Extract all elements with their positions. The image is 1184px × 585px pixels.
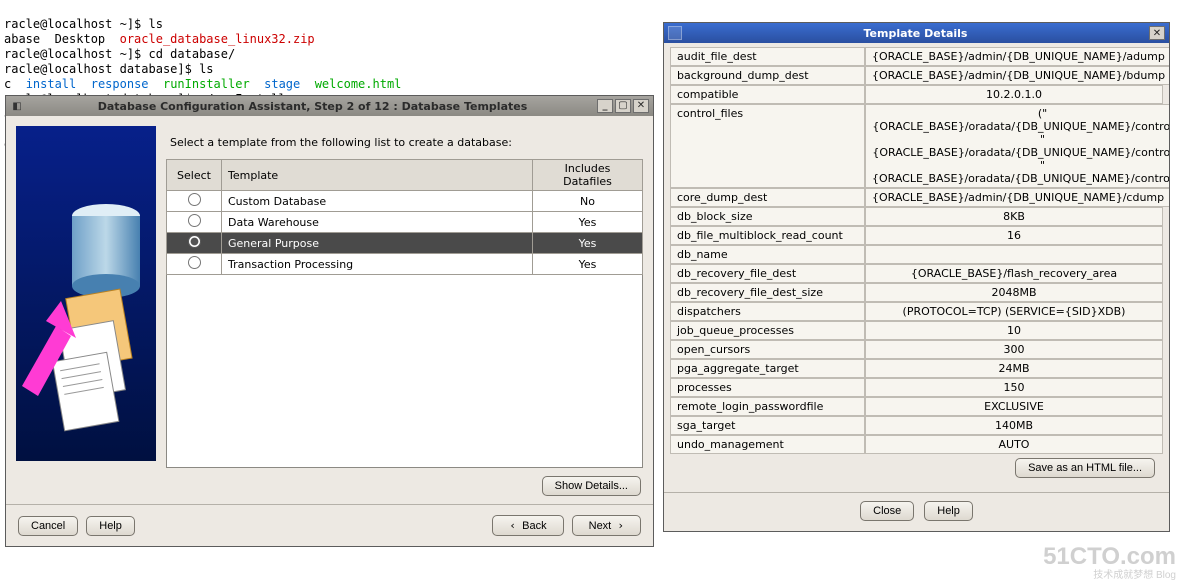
minimize-button[interactable]: _ xyxy=(597,99,613,113)
template-name: Transaction Processing xyxy=(222,254,533,275)
param-row: compatible10.2.0.1.0 xyxy=(670,85,1163,104)
template-table: Select Template Includes Datafiles Custo… xyxy=(166,159,643,275)
param-value: 140MB xyxy=(865,416,1163,435)
param-row: db_block_size8KB xyxy=(670,207,1163,226)
param-row: open_cursors300 xyxy=(670,340,1163,359)
save-as-html-button[interactable]: Save as an HTML file... xyxy=(1015,458,1155,478)
cancel-button[interactable]: Cancel xyxy=(18,516,78,536)
param-name: undo_management xyxy=(670,435,865,454)
show-details-button[interactable]: Show Details... xyxy=(542,476,641,496)
template-row[interactable]: Transaction ProcessingYes xyxy=(167,254,643,275)
param-name: pga_aggregate_target xyxy=(670,359,865,378)
param-row: sga_target140MB xyxy=(670,416,1163,435)
param-name: core_dump_dest xyxy=(670,188,865,207)
param-name: db_recovery_file_dest xyxy=(670,264,865,283)
details-titlebar[interactable]: Template Details ✕ xyxy=(664,23,1169,43)
param-name: db_name xyxy=(670,245,865,264)
col-datafiles: Includes Datafiles xyxy=(533,160,643,191)
dbca-instruction: Select a template from the following lis… xyxy=(166,126,643,159)
param-value: {ORACLE_BASE}/flash_recovery_area xyxy=(865,264,1163,283)
back-button[interactable]: ‹ Back xyxy=(492,515,563,536)
param-value: 10 xyxy=(865,321,1163,340)
next-button[interactable]: Next › xyxy=(572,515,641,536)
watermark: 51CTO.com 技术成就梦想 Blog xyxy=(1043,544,1176,581)
details-close-button[interactable]: ✕ xyxy=(1149,26,1165,40)
help-button[interactable]: Help xyxy=(86,516,135,536)
param-row: processes150 xyxy=(670,378,1163,397)
param-value: {ORACLE_BASE}/admin/{DB_UNIQUE_NAME}/adu… xyxy=(865,47,1169,66)
dbca-title: Database Configuration Assistant, Step 2… xyxy=(28,100,597,113)
col-template: Template xyxy=(222,160,533,191)
param-value: AUTO xyxy=(865,435,1163,454)
param-name: db_recovery_file_dest_size xyxy=(670,283,865,302)
dbca-app-icon: ◧ xyxy=(10,99,24,113)
template-radio[interactable] xyxy=(188,193,201,206)
details-help-btn[interactable]: Help xyxy=(924,501,973,521)
param-row: db_file_multiblock_read_count16 xyxy=(670,226,1163,245)
param-name: background_dump_dest xyxy=(670,66,865,85)
maximize-button[interactable]: ▢ xyxy=(615,99,631,113)
template-details-window: Template Details ✕ audit_file_dest{ORACL… xyxy=(663,22,1170,532)
param-name: audit_file_dest xyxy=(670,47,865,66)
param-row: background_dump_dest{ORACLE_BASE}/admin/… xyxy=(670,66,1163,85)
param-name: job_queue_processes xyxy=(670,321,865,340)
param-name: open_cursors xyxy=(670,340,865,359)
param-name: control_files xyxy=(670,104,865,188)
param-value: EXCLUSIVE xyxy=(865,397,1163,416)
param-value: 8KB xyxy=(865,207,1163,226)
template-radio[interactable] xyxy=(188,256,201,269)
details-app-icon xyxy=(668,26,682,40)
param-name: db_block_size xyxy=(670,207,865,226)
param-row: audit_file_dest{ORACLE_BASE}/admin/{DB_U… xyxy=(670,47,1163,66)
param-row: db_recovery_file_dest{ORACLE_BASE}/flash… xyxy=(670,264,1163,283)
template-name: General Purpose xyxy=(222,233,533,254)
param-value: 16 xyxy=(865,226,1163,245)
param-value: ("{ORACLE_BASE}/oradata/{DB_UNIQUE_NAME}… xyxy=(865,104,1169,188)
param-name: processes xyxy=(670,378,865,397)
param-name: compatible xyxy=(670,85,865,104)
param-row: db_recovery_file_dest_size2048MB xyxy=(670,283,1163,302)
template-row[interactable]: Custom DatabaseNo xyxy=(167,191,643,212)
param-row: core_dump_dest{ORACLE_BASE}/admin/{DB_UN… xyxy=(670,188,1163,207)
param-table: audit_file_dest{ORACLE_BASE}/admin/{DB_U… xyxy=(670,47,1163,454)
template-datafiles: Yes xyxy=(533,233,643,254)
close-button[interactable]: ✕ xyxy=(633,99,649,113)
template-datafiles: No xyxy=(533,191,643,212)
param-value: {ORACLE_BASE}/admin/{DB_UNIQUE_NAME}/cdu… xyxy=(865,188,1169,207)
dbca-side-graphic xyxy=(16,126,156,461)
param-value: 10.2.0.1.0 xyxy=(865,85,1163,104)
template-name: Custom Database xyxy=(222,191,533,212)
details-title: Template Details xyxy=(682,27,1149,40)
param-row: remote_login_passwordfileEXCLUSIVE xyxy=(670,397,1163,416)
param-name: db_file_multiblock_read_count xyxy=(670,226,865,245)
param-value: (PROTOCOL=TCP) (SERVICE={SID}XDB) xyxy=(865,302,1163,321)
details-close-btn[interactable]: Close xyxy=(860,501,914,521)
template-datafiles: Yes xyxy=(533,212,643,233)
template-datafiles: Yes xyxy=(533,254,643,275)
param-row: pga_aggregate_target24MB xyxy=(670,359,1163,378)
param-value: 300 xyxy=(865,340,1163,359)
param-row: control_files("{ORACLE_BASE}/oradata/{DB… xyxy=(670,104,1163,188)
param-value: {ORACLE_BASE}/admin/{DB_UNIQUE_NAME}/bdu… xyxy=(865,66,1169,85)
template-name: Data Warehouse xyxy=(222,212,533,233)
param-name: sga_target xyxy=(670,416,865,435)
param-row: job_queue_processes10 xyxy=(670,321,1163,340)
template-radio[interactable] xyxy=(188,214,201,227)
param-value: 24MB xyxy=(865,359,1163,378)
param-value: 2048MB xyxy=(865,283,1163,302)
param-value xyxy=(865,245,1163,264)
param-name: remote_login_passwordfile xyxy=(670,397,865,416)
param-value: 150 xyxy=(865,378,1163,397)
col-select: Select xyxy=(167,160,222,191)
dbca-titlebar[interactable]: ◧ Database Configuration Assistant, Step… xyxy=(6,96,653,116)
param-name: dispatchers xyxy=(670,302,865,321)
param-row: db_name xyxy=(670,245,1163,264)
dbca-window: ◧ Database Configuration Assistant, Step… xyxy=(5,95,654,547)
template-radio[interactable] xyxy=(188,235,201,248)
param-row: dispatchers(PROTOCOL=TCP) (SERVICE={SID}… xyxy=(670,302,1163,321)
param-row: undo_managementAUTO xyxy=(670,435,1163,454)
template-row[interactable]: Data WarehouseYes xyxy=(167,212,643,233)
template-row[interactable]: General PurposeYes xyxy=(167,233,643,254)
